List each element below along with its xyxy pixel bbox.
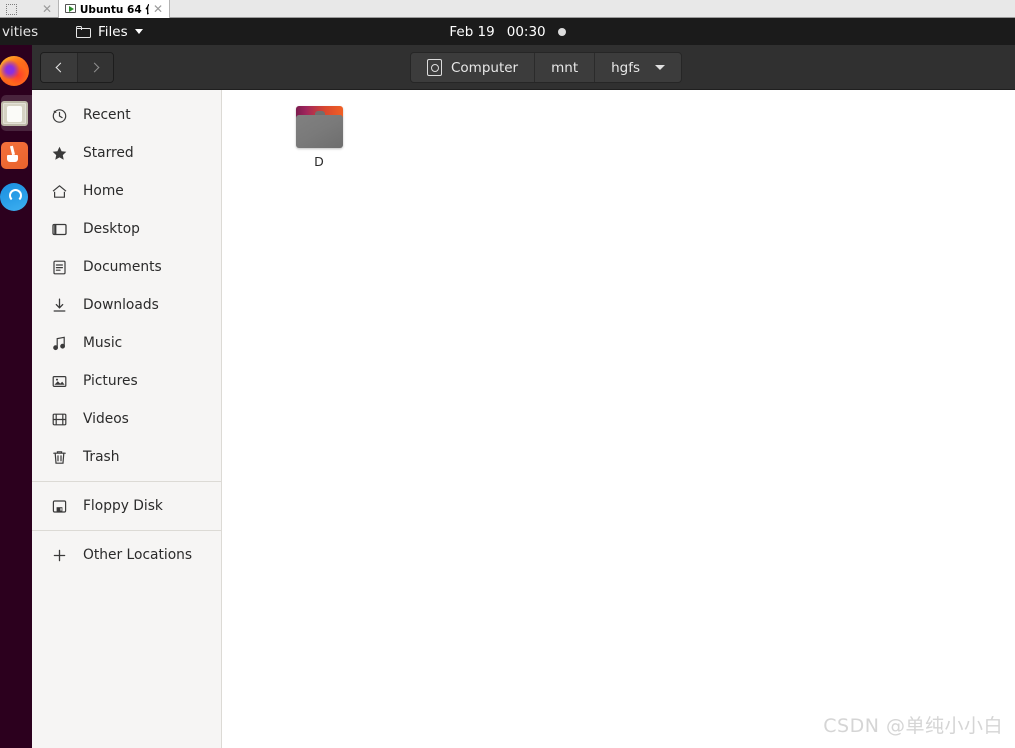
music-note-icon: [51, 335, 68, 352]
breadcrumb-item-mnt[interactable]: mnt: [535, 53, 596, 82]
back-button[interactable]: [41, 53, 77, 82]
chevron-down-icon[interactable]: [655, 65, 666, 70]
vmware-tab-library[interactable]: ✕: [0, 0, 58, 18]
file-item-label: D: [314, 154, 324, 169]
sidebar-item-label: Videos: [83, 411, 129, 427]
window-body: Recent Starred Home Desktop Documents Do…: [32, 90, 1015, 748]
breadcrumb-label: Computer: [451, 59, 519, 76]
sidebar-item-label: Pictures: [83, 373, 138, 389]
sidebar-item-videos[interactable]: Videos: [32, 400, 221, 438]
library-icon: [6, 3, 17, 15]
film-icon: [51, 411, 68, 428]
breadcrumb-label: mnt: [551, 59, 579, 76]
clock-icon: [51, 107, 68, 124]
vmware-tab-title: Ubuntu 64 位: [79, 3, 149, 16]
sidebar-item-label: Starred: [83, 145, 134, 161]
sidebar-item-music[interactable]: Music: [32, 324, 221, 362]
gnome-top-bar: vities Files Feb 19 00:30: [0, 18, 1015, 45]
dock-item-ubuntu-software[interactable]: [0, 134, 32, 176]
ubuntu-dock: [0, 45, 37, 748]
help-icon: [0, 183, 28, 211]
sidebar-divider: [32, 481, 221, 482]
files-icon: [0, 100, 28, 126]
dock-item-files[interactable]: [0, 92, 37, 134]
navigation-buttons: [40, 52, 114, 83]
sidebar-item-documents[interactable]: Documents: [32, 248, 221, 286]
floppy-disk-icon: [51, 498, 68, 515]
sidebar-item-pictures[interactable]: Pictures: [32, 362, 221, 400]
documents-icon: [51, 259, 68, 276]
close-icon[interactable]: ✕: [153, 3, 163, 15]
sidebar-item-recent[interactable]: Recent: [32, 96, 221, 134]
sidebar-divider: [32, 530, 221, 531]
recording-dot-icon: [557, 27, 566, 36]
sidebar-item-label: Floppy Disk: [83, 498, 163, 514]
clock-time: 00:30: [506, 23, 546, 40]
desktop-icon: [51, 221, 68, 238]
download-icon: [51, 297, 68, 314]
breadcrumb: Computer mnt hgfs: [410, 52, 683, 83]
firefox-icon: [0, 56, 29, 86]
picture-icon: [51, 373, 68, 390]
sidebar-item-starred[interactable]: Starred: [32, 134, 221, 172]
sidebar-item-label: Downloads: [83, 297, 159, 313]
sidebar-item-downloads[interactable]: Downloads: [32, 286, 221, 324]
sidebar-item-floppy-disk[interactable]: Floppy Disk: [32, 487, 221, 525]
sidebar-item-label: Desktop: [83, 221, 140, 237]
sidebar-item-label: Other Locations: [83, 547, 193, 563]
sidebar-item-trash[interactable]: Trash: [32, 438, 221, 476]
breadcrumb-item-hgfs[interactable]: hgfs: [595, 53, 682, 82]
home-icon: [51, 183, 68, 200]
sidebar-item-label: Documents: [83, 259, 162, 275]
places-sidebar: Recent Starred Home Desktop Documents Do…: [32, 90, 222, 748]
file-item-folder[interactable]: D: [276, 106, 362, 169]
sidebar-item-other-locations[interactable]: Other Locations: [32, 536, 221, 574]
clock-area[interactable]: Feb 19 00:30: [0, 18, 1015, 45]
files-grid-view[interactable]: D CSDN @单纯小小白: [222, 90, 1015, 748]
files-window: Computer mnt hgfs Recent Starred Home De…: [32, 45, 1015, 748]
sidebar-item-desktop[interactable]: Desktop: [32, 210, 221, 248]
clock-date: Feb 19: [449, 23, 495, 40]
sidebar-item-label: Trash: [83, 449, 120, 465]
watermark: CSDN @单纯小小白: [823, 715, 1003, 737]
breadcrumb-label: hgfs: [611, 59, 641, 76]
forward-button[interactable]: [77, 53, 113, 82]
star-icon: [51, 145, 68, 162]
chevron-left-icon: [55, 62, 66, 73]
close-icon[interactable]: ✕: [42, 3, 52, 15]
vmware-tab-ubuntu[interactable]: Ubuntu 64 位 ✕: [58, 0, 170, 18]
chevron-right-icon: [89, 62, 99, 73]
disk-icon: [427, 59, 442, 76]
dock-item-firefox[interactable]: [0, 50, 32, 92]
vm-monitor-icon: [65, 3, 76, 15]
dock-item-help[interactable]: [0, 176, 32, 218]
breadcrumb-item-computer[interactable]: Computer: [411, 53, 536, 82]
window-headerbar: Computer mnt hgfs: [32, 45, 1015, 90]
ubuntu-software-icon: [0, 141, 28, 169]
sidebar-item-label: Home: [83, 183, 124, 199]
sidebar-item-label: Recent: [83, 107, 131, 123]
ubuntu-desktop: vities Files Feb 19 00:30 Computer mnt h…: [0, 18, 1015, 748]
folder-icon: [295, 106, 343, 148]
plus-icon: [51, 547, 68, 564]
trash-icon: [51, 449, 68, 466]
sidebar-item-home[interactable]: Home: [32, 172, 221, 210]
sidebar-item-label: Music: [83, 335, 123, 351]
vmware-tab-bar: ✕ Ubuntu 64 位 ✕: [0, 0, 1015, 18]
